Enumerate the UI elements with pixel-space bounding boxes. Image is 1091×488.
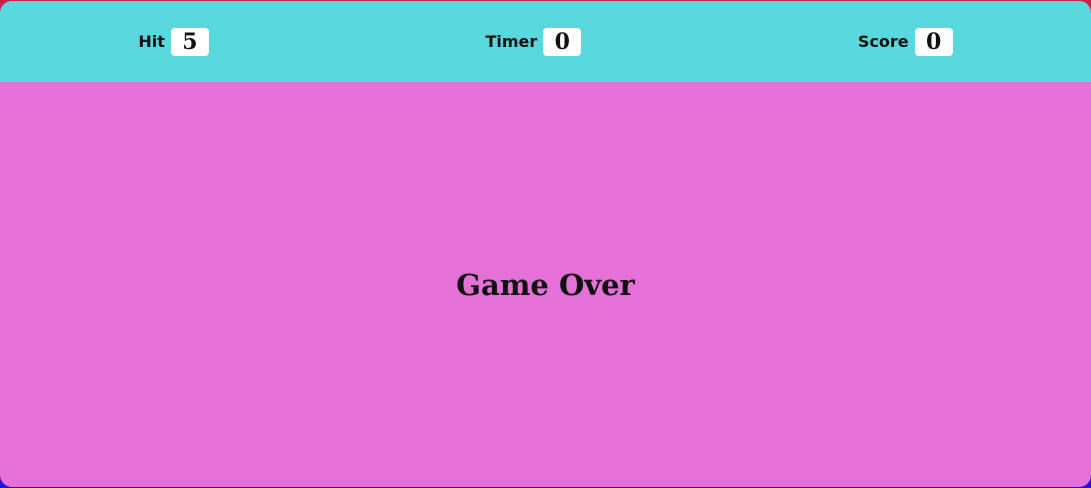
game-panel: Hit 5 Timer 0 Score 0 Game Over bbox=[0, 1, 1091, 487]
score-stat: Score 0 bbox=[857, 27, 953, 56]
hit-stat: Hit 5 bbox=[138, 27, 209, 56]
hit-label: Hit bbox=[138, 32, 165, 51]
game-over-message: Game Over bbox=[456, 267, 635, 302]
score-value: 0 bbox=[914, 27, 953, 56]
hud-bar: Hit 5 Timer 0 Score 0 bbox=[0, 1, 1091, 82]
hit-value: 5 bbox=[170, 27, 209, 56]
timer-value: 0 bbox=[543, 27, 582, 56]
score-label: Score bbox=[857, 32, 909, 51]
play-area[interactable]: Game Over bbox=[0, 82, 1091, 487]
timer-label: Timer bbox=[485, 32, 538, 51]
timer-stat: Timer 0 bbox=[485, 27, 582, 56]
